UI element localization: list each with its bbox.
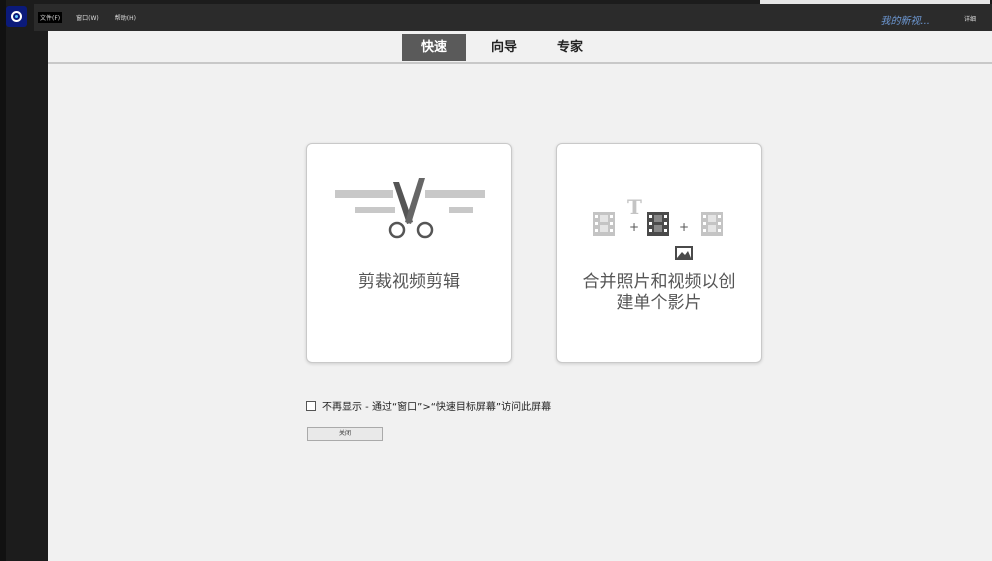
scissors-icon [335, 178, 485, 239]
main-panel: 快速 向导 专家 剪裁视频剪辑 T + + 合并照片和视频以创 建单个影片 不再… [48, 31, 992, 561]
tab-guided[interactable]: 向导 [472, 34, 536, 61]
trim-video-card[interactable]: 剪裁视频剪辑 [306, 143, 512, 363]
project-title[interactable]: 我的新视... [880, 12, 930, 27]
menu-window[interactable]: 窗口(W) [74, 12, 101, 23]
dont-show-label: 不再显示 - 通过“窗口”>“快速目标屏幕”访问此屏幕 [322, 402, 552, 413]
left-edge-strip [0, 0, 6, 561]
tab-quick[interactable]: 快速 [402, 34, 466, 61]
menu-help[interactable]: 帮助(H) [113, 12, 138, 23]
close-button[interactable]: 关闭 [307, 427, 383, 441]
menu-bar: 文件(F) 窗口(W) 帮助(H) 我的新视... 详细 [34, 4, 992, 31]
app-logo-icon[interactable] [6, 6, 27, 27]
combine-media-label-line2: 建单个影片 [616, 293, 702, 313]
mode-tabs: 快速 向导 专家 [48, 31, 992, 64]
svg-text:T: T [627, 195, 642, 219]
combine-media-label-line1: 合并照片和视频以创 [582, 272, 736, 292]
detail-button[interactable]: 详细 [964, 14, 976, 23]
combine-media-card[interactable]: T + + 合并照片和视频以创 建单个影片 [556, 143, 762, 363]
dont-show-checkbox[interactable] [306, 400, 316, 411]
menu-file[interactable]: 文件(F) [38, 12, 63, 23]
tab-expert[interactable]: 专家 [538, 34, 602, 61]
combine-media-icon: T + + [593, 195, 723, 260]
dont-show-row: 不再显示 - 通过“窗口”>“快速目标屏幕”访问此屏幕 [306, 398, 551, 413]
trim-video-label: 剪裁视频剪辑 [358, 272, 460, 292]
svg-text:+: + [679, 220, 689, 234]
svg-text:+: + [629, 220, 639, 234]
